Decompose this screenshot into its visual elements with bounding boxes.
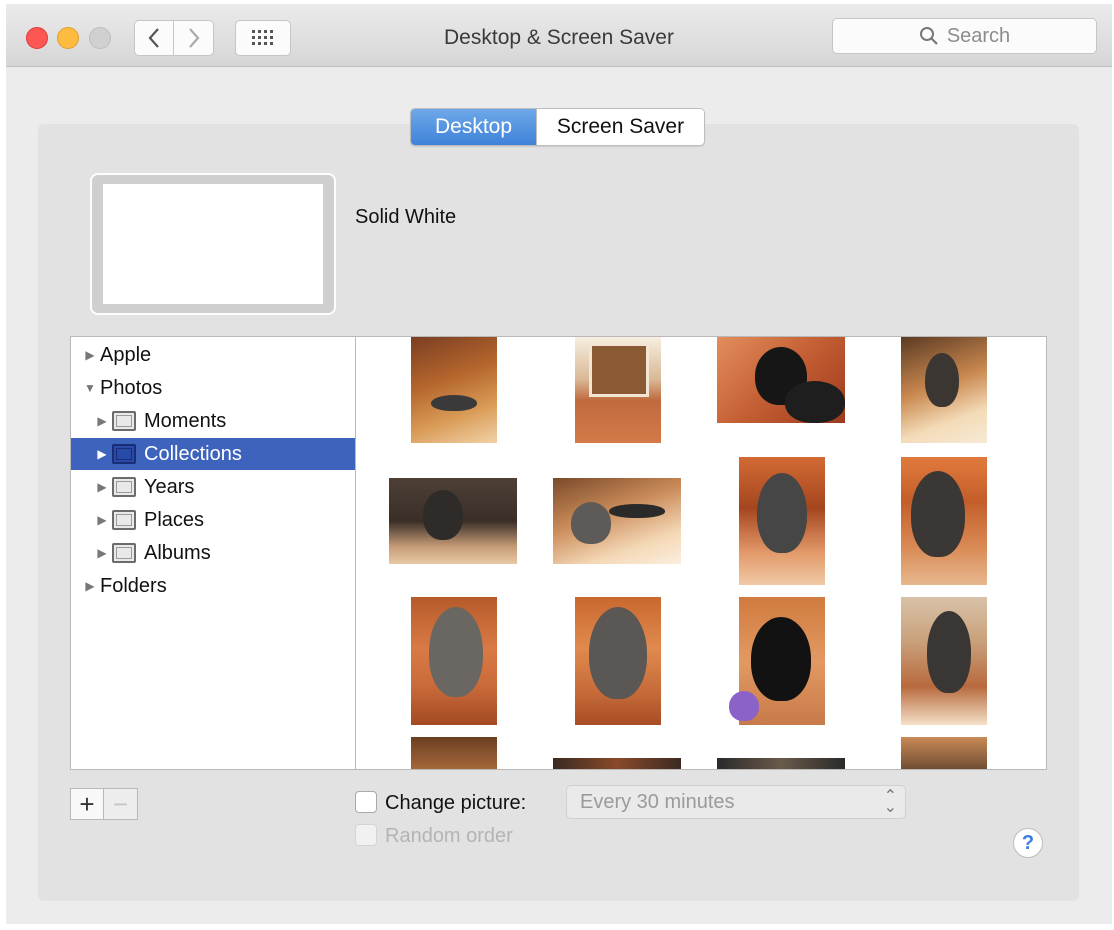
photo-thumbnail[interactable] bbox=[901, 737, 987, 769]
album-icon bbox=[112, 444, 136, 464]
sidebar-item-label: Years bbox=[144, 475, 195, 498]
titlebar: Desktop & Screen Saver Search bbox=[6, 4, 1112, 67]
search-placeholder: Search bbox=[946, 24, 1011, 47]
sidebar-item-places[interactable]: ▶ Places bbox=[71, 504, 379, 536]
photo-thumbnail[interactable] bbox=[739, 457, 825, 585]
album-icon bbox=[112, 543, 136, 563]
photo-thumbnail[interactable] bbox=[901, 457, 987, 585]
change-picture-label: Change picture: bbox=[385, 792, 527, 814]
sidebar-item-years[interactable]: ▶ Years bbox=[71, 471, 379, 503]
random-order-label: Random order bbox=[385, 825, 513, 847]
sidebar-item-collections[interactable]: ▶ Collections bbox=[71, 438, 379, 470]
photo-thumbnail[interactable] bbox=[575, 597, 661, 725]
remove-folder-button: − bbox=[104, 788, 138, 820]
sidebar-item-label: Photos bbox=[100, 376, 163, 399]
disclosure-triangle-icon[interactable]: ▶ bbox=[95, 513, 109, 527]
random-order-checkbox bbox=[355, 824, 377, 846]
disclosure-triangle-icon[interactable]: ▶ bbox=[95, 414, 109, 428]
disclosure-triangle-icon[interactable]: ▼ bbox=[83, 381, 97, 395]
sidebar-item-albums[interactable]: ▶ Albums bbox=[71, 537, 379, 569]
photo-thumbnail[interactable] bbox=[553, 478, 681, 564]
interval-value: Every 30 minutes bbox=[580, 790, 735, 813]
search-field[interactable]: Search bbox=[832, 18, 1097, 54]
preferences-window: Desktop & Screen Saver Search Desktop Sc… bbox=[6, 4, 1112, 924]
album-icon bbox=[112, 510, 136, 530]
search-icon bbox=[919, 27, 938, 45]
sidebar-item-label: Apple bbox=[100, 343, 152, 366]
source-list: ▶ Apple ▼ Photos ▶ Moments ▶ Collections… bbox=[70, 336, 379, 770]
tab-bar: Desktop Screen Saver bbox=[410, 108, 705, 146]
photo-thumbnail[interactable] bbox=[901, 597, 987, 725]
desktop-preview bbox=[90, 173, 336, 315]
photo-thumbnail[interactable] bbox=[717, 337, 845, 423]
disclosure-triangle-icon[interactable]: ▶ bbox=[95, 447, 109, 461]
photo-thumbnail[interactable] bbox=[575, 337, 661, 443]
interval-select: Every 30 minutes ⌃ ⌄ bbox=[566, 785, 906, 819]
album-icon bbox=[112, 411, 136, 431]
preview-image bbox=[103, 184, 323, 304]
photo-thumbnail[interactable] bbox=[553, 758, 681, 769]
add-folder-button[interactable]: + bbox=[70, 788, 104, 820]
photo-thumbnail[interactable] bbox=[717, 758, 845, 769]
sidebar-item-label: Folders bbox=[100, 574, 167, 597]
tab-screen-saver[interactable]: Screen Saver bbox=[536, 109, 704, 145]
help-icon: ? bbox=[1021, 831, 1035, 854]
sidebar-item-apple[interactable]: ▶ Apple bbox=[71, 339, 367, 371]
disclosure-triangle-icon[interactable]: ▶ bbox=[83, 348, 97, 362]
disclosure-triangle-icon[interactable]: ▶ bbox=[83, 579, 97, 593]
sidebar-item-label: Moments bbox=[144, 409, 227, 432]
sidebar-item-moments[interactable]: ▶ Moments bbox=[71, 405, 379, 437]
photo-thumbnail[interactable] bbox=[389, 478, 517, 564]
disclosure-triangle-icon[interactable]: ▶ bbox=[95, 480, 109, 494]
sidebar-item-folders[interactable]: ▶ Folders bbox=[71, 570, 367, 602]
change-picture-checkbox[interactable] bbox=[355, 791, 377, 813]
updown-arrows-icon: ⌃ ⌄ bbox=[883, 788, 897, 816]
help-button[interactable]: ? bbox=[1013, 828, 1043, 858]
disclosure-triangle-icon[interactable]: ▶ bbox=[95, 546, 109, 560]
sidebar-item-photos[interactable]: ▼ Photos bbox=[71, 372, 367, 404]
photo-thumbnail[interactable] bbox=[411, 737, 497, 769]
photo-thumbnail[interactable] bbox=[411, 337, 497, 443]
album-icon bbox=[112, 477, 136, 497]
photo-thumbnail[interactable] bbox=[901, 337, 987, 443]
photo-grid bbox=[355, 336, 1047, 770]
sidebar-item-label: Albums bbox=[144, 541, 211, 564]
sidebar-item-label: Places bbox=[144, 508, 205, 531]
preview-name: Solid White bbox=[355, 206, 457, 228]
tab-desktop[interactable]: Desktop bbox=[411, 109, 536, 145]
photo-thumbnail[interactable] bbox=[411, 597, 497, 725]
photo-thumbnail[interactable] bbox=[729, 597, 825, 725]
sidebar-item-label: Collections bbox=[144, 442, 242, 465]
